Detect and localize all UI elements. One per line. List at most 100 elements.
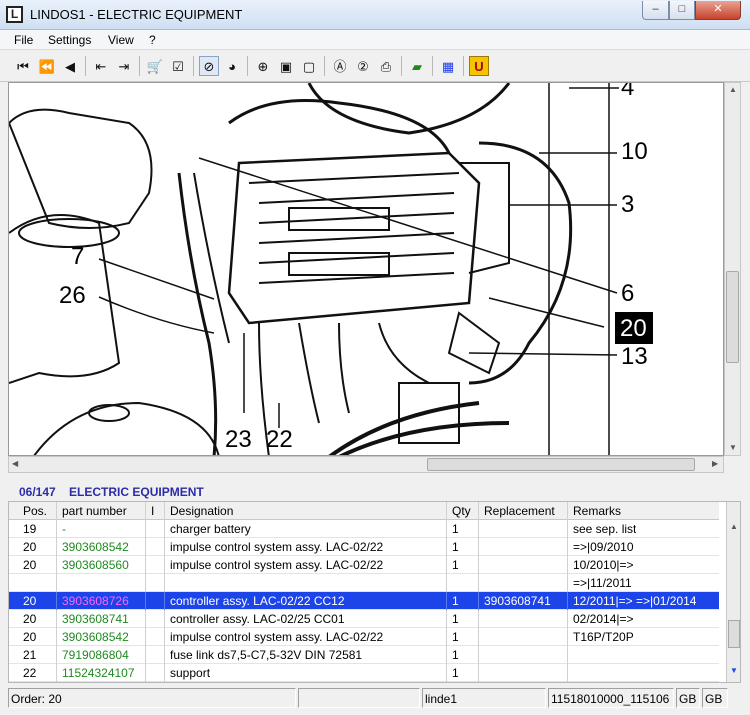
exploded-view-drawing[interactable]: 4 10 3 7 26 6 20 13 23 22 xyxy=(8,82,724,456)
section-title: ELECTRIC EQUIPMENT xyxy=(69,485,204,499)
column-divider xyxy=(478,538,479,556)
cell-part-number: 3903608560 xyxy=(62,558,129,572)
column-divider xyxy=(145,610,146,628)
prev-fast-icon[interactable]: ⏪ xyxy=(37,56,57,76)
column-divider xyxy=(56,538,57,556)
hose-shape xyxy=(468,141,573,385)
cell-remarks: T16P/T20P xyxy=(573,630,634,644)
scroll-thumb[interactable] xyxy=(728,620,740,648)
column-header[interactable]: Remarks xyxy=(573,504,621,520)
table-row[interactable]: 22 11524324107 support 1 xyxy=(9,664,719,682)
table-row-selected[interactable]: 20 3903608726 controller assy. LAC-02/22 C… xyxy=(9,592,719,610)
column-divider xyxy=(56,574,57,592)
u-icon[interactable]: U xyxy=(469,56,489,76)
status-order: Order: 20 xyxy=(8,688,296,708)
cell-qty: 1 xyxy=(452,666,459,680)
cell-pos: 20 xyxy=(23,558,37,572)
callout-label: 7 xyxy=(71,243,84,270)
column-header[interactable]: Pos. xyxy=(23,504,47,520)
column-divider xyxy=(164,538,165,556)
contactor-shape xyxy=(459,162,510,274)
menu-view[interactable]: View xyxy=(108,33,134,47)
cell-remarks: =>|11/2011 xyxy=(573,576,632,590)
scroll-down-icon[interactable]: ▼ xyxy=(729,443,737,452)
print-icon[interactable]: ⎙ xyxy=(376,56,396,76)
toolbar-separator xyxy=(247,56,248,76)
column-divider xyxy=(145,664,146,682)
table-row[interactable]: 20 3903608542 impulse control system assy.… xyxy=(9,628,719,646)
leader-line xyxy=(468,352,618,356)
column-header[interactable]: Designation xyxy=(170,504,233,520)
table-row[interactable]: =>|11/2011 xyxy=(9,574,719,592)
cell-pos: 20 xyxy=(23,540,37,554)
book-back-icon[interactable]: ⇤ xyxy=(91,56,111,76)
menu-settings[interactable]: Settings xyxy=(48,33,91,47)
cell-pos: 20 xyxy=(23,612,37,626)
menu-bar: File Settings View ? xyxy=(0,30,750,50)
circle-a-icon[interactable]: Ⓐ xyxy=(330,56,350,76)
globe-icon[interactable]: ◕ xyxy=(222,56,242,76)
no-filter-icon[interactable]: ⊘ xyxy=(199,56,219,76)
drawing-horizontal-scrollbar[interactable]: ◀ ▶ xyxy=(8,456,724,473)
column-divider xyxy=(145,502,146,520)
scroll-left-icon[interactable]: ◀ xyxy=(12,459,18,468)
hose-shape xyxy=(307,83,511,135)
blue-grid-icon[interactable]: ▦ xyxy=(438,56,458,76)
housing-shape xyxy=(9,108,153,229)
prev-icon[interactable]: ◀ xyxy=(60,56,80,76)
menu-help[interactable]: ? xyxy=(149,33,156,47)
circle-2-icon[interactable]: ② xyxy=(353,56,373,76)
column-header[interactable]: part number xyxy=(62,504,127,520)
scroll-thumb[interactable] xyxy=(726,271,739,363)
page-icon[interactable]: ▢ xyxy=(299,56,319,76)
cart-icon[interactable]: 🛒 xyxy=(145,56,165,76)
column-divider xyxy=(145,574,146,592)
table-vertical-scrollbar[interactable]: ▲ ▼ xyxy=(726,502,740,682)
column-divider xyxy=(567,628,568,646)
scroll-down-icon[interactable]: ▼ xyxy=(730,666,738,675)
menu-file[interactable]: File xyxy=(14,33,33,47)
table-row[interactable]: 20 3903608741 controller assy. LAC-02/25 C… xyxy=(9,610,719,628)
cell-designation: impulse control system assy. LAC-02/22 xyxy=(170,558,384,572)
zoom-in-icon[interactable]: ⊕ xyxy=(253,56,273,76)
page-fit-icon[interactable]: ▣ xyxy=(276,56,296,76)
table-row[interactable]: 21 7919086804 fuse link ds7,5-C7,5-32V DIN… xyxy=(9,646,719,664)
book-forward-icon[interactable]: ⇥ xyxy=(114,56,134,76)
title-bar: L LINDOS1 - ELECTRIC EQUIPMENT – □ ✕ xyxy=(0,0,750,30)
column-divider xyxy=(446,538,447,556)
cell-part-number: 3903608542 xyxy=(62,630,129,644)
cell-part-number: 3903608542 xyxy=(62,540,129,554)
column-header[interactable]: I xyxy=(151,504,154,520)
table-row[interactable]: 20 3903608542 impulse control system assy.… xyxy=(9,538,719,556)
cell-pos: 20 xyxy=(23,594,37,608)
green-book-icon[interactable]: ▰ xyxy=(407,56,427,76)
scroll-up-icon[interactable]: ▲ xyxy=(729,85,737,94)
app-logo-icon: L xyxy=(6,6,23,23)
section-heading: 06/147 ELECTRIC EQUIPMENT xyxy=(19,485,204,499)
column-divider xyxy=(478,664,479,682)
callout-label: 23 xyxy=(225,426,252,453)
checklist-icon[interactable]: ☑ xyxy=(168,56,188,76)
first-page-icon[interactable]: ⏮ xyxy=(13,56,33,76)
drawing-vertical-scrollbar[interactable]: ▲ ▼ xyxy=(724,82,741,456)
minimize-button[interactable]: – xyxy=(642,1,669,20)
maximize-button[interactable]: □ xyxy=(669,1,695,20)
callout-label-highlighted[interactable]: 20 xyxy=(620,315,647,342)
scroll-up-icon[interactable]: ▲ xyxy=(730,522,738,531)
column-divider xyxy=(446,520,447,538)
column-header[interactable]: Qty xyxy=(452,504,471,520)
column-header[interactable]: Replacement xyxy=(484,504,555,520)
table-row[interactable]: 20 3903608560 impulse control system assy.… xyxy=(9,556,719,574)
scroll-right-icon[interactable]: ▶ xyxy=(712,459,718,468)
column-divider xyxy=(446,574,447,592)
cell-part-number: 3903608726 xyxy=(62,594,129,608)
column-divider xyxy=(164,520,165,538)
column-divider xyxy=(164,502,165,520)
status-language: GB xyxy=(676,688,700,708)
cell-part-number: 7919086804 xyxy=(62,648,129,662)
callout-label: 3 xyxy=(621,191,634,218)
column-divider xyxy=(446,592,447,610)
close-button[interactable]: ✕ xyxy=(695,1,741,20)
table-row[interactable]: 19 - charger battery 1 see sep. list xyxy=(9,520,719,538)
scroll-thumb[interactable] xyxy=(427,458,695,471)
